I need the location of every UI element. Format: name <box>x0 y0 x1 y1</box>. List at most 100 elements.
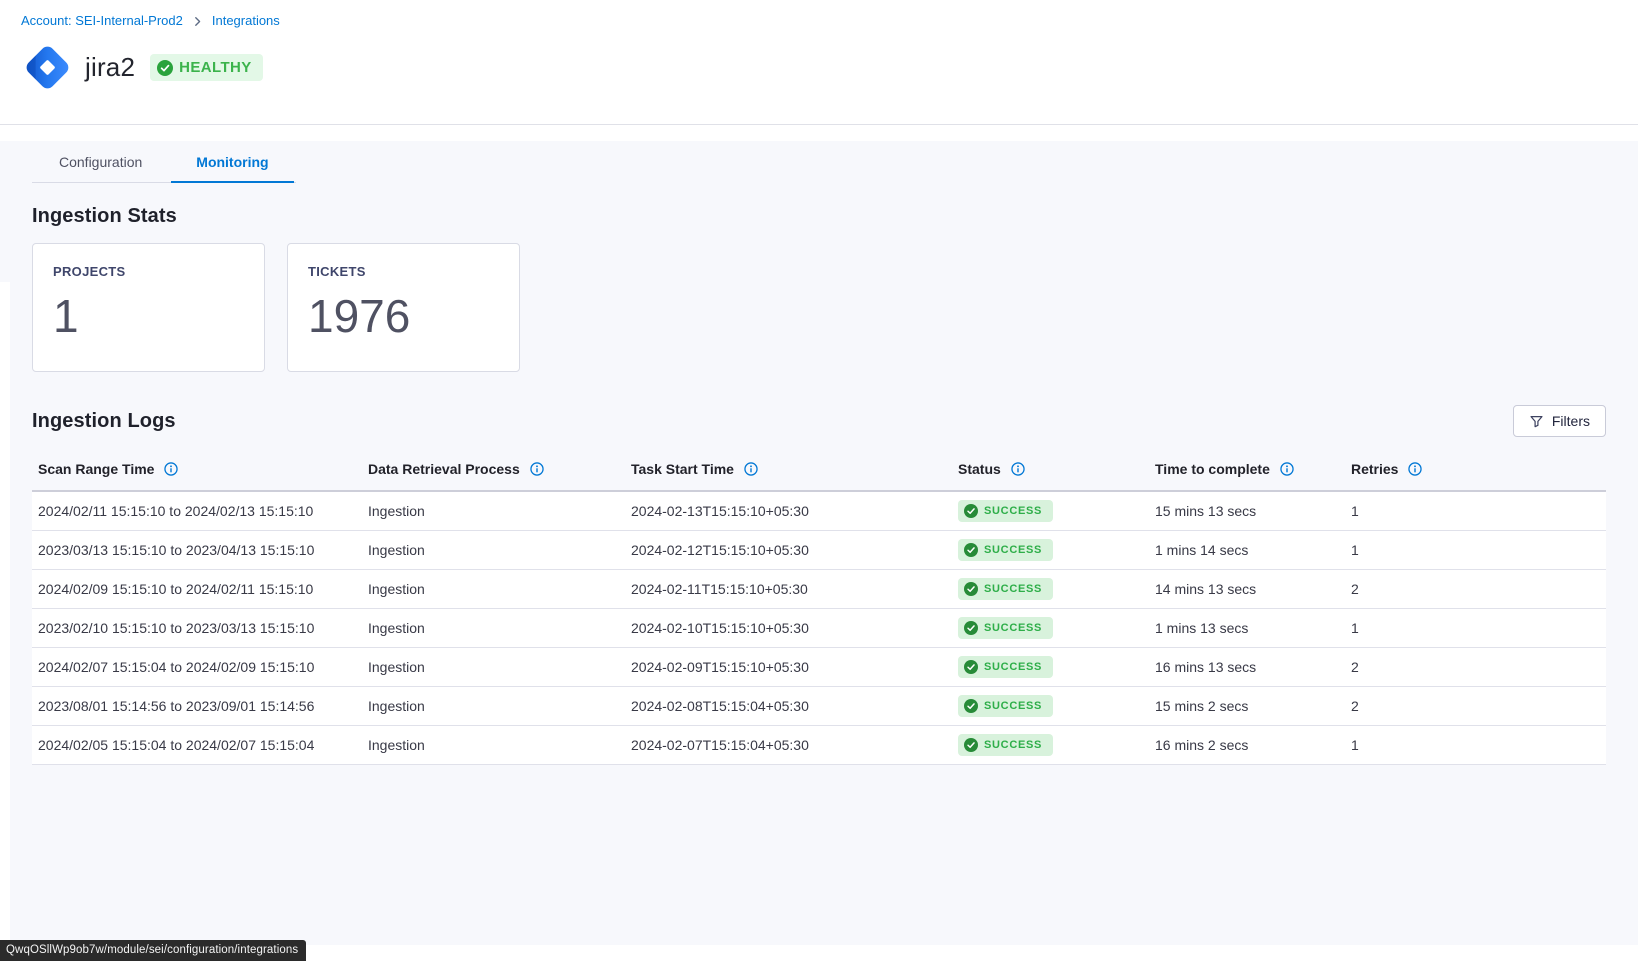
tab-bar: Configuration Monitoring <box>32 141 296 183</box>
status-badge-label: SUCCESS <box>984 505 1042 517</box>
cell-status: SUCCESS <box>952 570 1149 609</box>
table-row: 2024/02/07 15:15:04 to 2024/02/09 15:15:… <box>32 648 1606 687</box>
ingestion-logs-header: Ingestion Logs Filters <box>32 405 1606 437</box>
stat-label: PROJECTS <box>53 264 244 279</box>
filters-button-label: Filters <box>1552 413 1590 429</box>
cell-task_start: 2024-02-09T15:15:10+05:30 <box>625 648 952 687</box>
breadcrumb-integrations-link[interactable]: Integrations <box>212 13 280 28</box>
cell-task_start: 2024-02-11T15:15:10+05:30 <box>625 570 952 609</box>
status-badge-label: SUCCESS <box>984 739 1042 751</box>
info-icon[interactable] <box>530 462 544 476</box>
cell-retries: 1 <box>1345 491 1606 531</box>
cell-scan_range: 2024/02/09 15:15:10 to 2024/02/11 15:15:… <box>32 570 362 609</box>
url-preview-statusbar: QwqOSllWp9ob7w/module/sei/configuration/… <box>0 940 306 961</box>
cell-scan_range: 2023/03/13 15:15:10 to 2023/04/13 15:15:… <box>32 531 362 570</box>
cell-retries: 1 <box>1345 726 1606 765</box>
column-header-task-start: Task Start Time <box>625 451 952 491</box>
check-circle-icon <box>964 660 978 674</box>
status-badge-label: SUCCESS <box>984 622 1042 634</box>
cell-retries: 1 <box>1345 609 1606 648</box>
ingestion-logs-heading: Ingestion Logs <box>32 410 176 433</box>
status-badge-label: SUCCESS <box>984 544 1042 556</box>
status-badge-label: SUCCESS <box>984 700 1042 712</box>
cell-time_to_complete: 1 mins 13 secs <box>1149 609 1345 648</box>
table-row: 2023/03/13 15:15:10 to 2023/04/13 15:15:… <box>32 531 1606 570</box>
cell-status: SUCCESS <box>952 491 1149 531</box>
cell-task_start: 2024-02-07T15:15:04+05:30 <box>625 726 952 765</box>
check-circle-icon <box>157 60 173 76</box>
info-icon[interactable] <box>164 462 178 476</box>
info-icon[interactable] <box>744 462 758 476</box>
cell-status: SUCCESS <box>952 726 1149 765</box>
table-row: 2024/02/11 15:15:10 to 2024/02/13 15:15:… <box>32 491 1606 531</box>
cell-process: Ingestion <box>362 726 625 765</box>
integration-monitoring-page: Account: SEI-Internal-Prod2 Integrations <box>0 0 1638 945</box>
filter-funnel-icon <box>1529 414 1544 429</box>
status-badge: SUCCESS <box>958 500 1053 522</box>
cell-process: Ingestion <box>362 687 625 726</box>
status-badge-label: SUCCESS <box>984 583 1042 595</box>
cell-retries: 2 <box>1345 570 1606 609</box>
table-row: 2024/02/09 15:15:10 to 2024/02/11 15:15:… <box>32 570 1606 609</box>
cell-retries: 2 <box>1345 648 1606 687</box>
cell-process: Ingestion <box>362 648 625 687</box>
check-circle-icon <box>964 504 978 518</box>
health-badge-label: HEALTHY <box>179 59 252 76</box>
info-icon[interactable] <box>1408 462 1422 476</box>
cell-time_to_complete: 15 mins 13 secs <box>1149 491 1345 531</box>
health-status-badge: HEALTHY <box>150 54 263 81</box>
table-row: 2023/02/10 15:15:10 to 2023/03/13 15:15:… <box>32 609 1606 648</box>
check-circle-icon <box>964 582 978 596</box>
check-circle-icon <box>964 699 978 713</box>
tab-monitoring[interactable]: Monitoring <box>169 145 295 182</box>
main-content: Configuration Monitoring Ingestion Stats… <box>0 141 1638 945</box>
stat-cards: PROJECTS 1 TICKETS 1976 <box>32 243 1606 372</box>
column-header-retries: Retries <box>1345 451 1606 491</box>
cell-retries: 1 <box>1345 531 1606 570</box>
page-title: jira2 <box>85 52 135 83</box>
cell-task_start: 2024-02-12T15:15:10+05:30 <box>625 531 952 570</box>
cell-task_start: 2024-02-10T15:15:10+05:30 <box>625 609 952 648</box>
cell-time_to_complete: 16 mins 2 secs <box>1149 726 1345 765</box>
status-badge-label: SUCCESS <box>984 661 1042 673</box>
cell-time_to_complete: 14 mins 13 secs <box>1149 570 1345 609</box>
cell-status: SUCCESS <box>952 531 1149 570</box>
cell-scan_range: 2023/02/10 15:15:10 to 2023/03/13 15:15:… <box>32 609 362 648</box>
ingestion-stats-heading: Ingestion Stats <box>32 205 1606 228</box>
status-badge: SUCCESS <box>958 734 1053 756</box>
cell-status: SUCCESS <box>952 609 1149 648</box>
stat-value: 1976 <box>308 293 499 339</box>
filters-button[interactable]: Filters <box>1513 405 1606 437</box>
status-badge: SUCCESS <box>958 695 1053 717</box>
status-badge: SUCCESS <box>958 578 1053 600</box>
check-circle-icon <box>964 738 978 752</box>
column-header-process: Data Retrieval Process <box>362 451 625 491</box>
status-badge: SUCCESS <box>958 656 1053 678</box>
header-spacer <box>0 125 1638 141</box>
logs-table-body: 2024/02/11 15:15:10 to 2024/02/13 15:15:… <box>32 491 1606 765</box>
check-circle-icon <box>964 543 978 557</box>
breadcrumb-account-link[interactable]: Account: SEI-Internal-Prod2 <box>21 13 183 28</box>
cell-scan_range: 2024/02/11 15:15:10 to 2024/02/13 15:15:… <box>32 491 362 531</box>
info-icon[interactable] <box>1011 462 1025 476</box>
column-header-status: Status <box>952 451 1149 491</box>
cell-status: SUCCESS <box>952 687 1149 726</box>
cell-scan_range: 2024/02/07 15:15:04 to 2024/02/09 15:15:… <box>32 648 362 687</box>
cell-status: SUCCESS <box>952 648 1149 687</box>
stat-card-tickets: TICKETS 1976 <box>287 243 520 372</box>
cell-task_start: 2024-02-08T15:15:04+05:30 <box>625 687 952 726</box>
info-icon[interactable] <box>1280 462 1294 476</box>
status-badge: SUCCESS <box>958 617 1053 639</box>
status-badge: SUCCESS <box>958 539 1053 561</box>
cell-task_start: 2024-02-13T15:15:10+05:30 <box>625 491 952 531</box>
tab-configuration[interactable]: Configuration <box>32 145 169 182</box>
table-row: 2024/02/05 15:15:04 to 2024/02/07 15:15:… <box>32 726 1606 765</box>
cell-scan_range: 2024/02/05 15:15:04 to 2024/02/07 15:15:… <box>32 726 362 765</box>
cell-scan_range: 2023/08/01 15:14:56 to 2023/09/01 15:14:… <box>32 687 362 726</box>
stat-label: TICKETS <box>308 264 499 279</box>
chevron-right-icon <box>192 16 203 27</box>
cell-retries: 2 <box>1345 687 1606 726</box>
column-header-time-to-complete: Time to complete <box>1149 451 1345 491</box>
jira-logo-icon <box>21 41 74 94</box>
cell-process: Ingestion <box>362 531 625 570</box>
